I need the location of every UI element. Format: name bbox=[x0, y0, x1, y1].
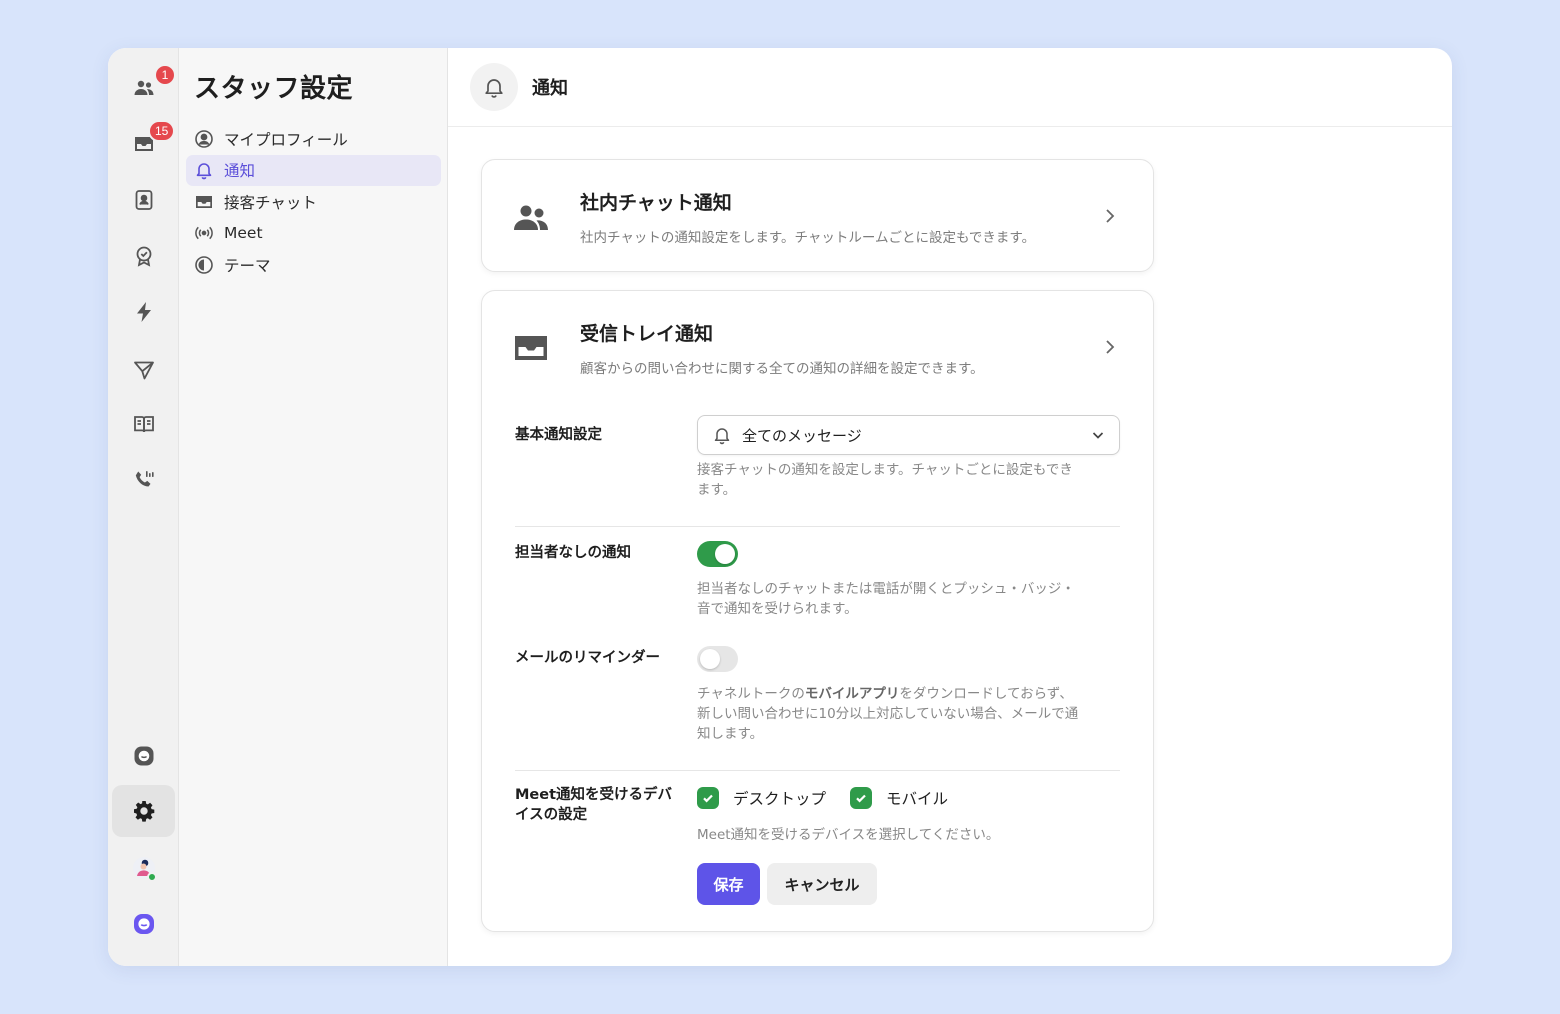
send-icon bbox=[133, 361, 154, 380]
email-reminder-help: チャネルトークのモバイルアプリをダウンロードしておらず、 新しい問い合わせに10… bbox=[697, 686, 1079, 742]
settings-sidebar: スタッフ設定 マイプロフィール 通知 接客チャット Meet テーマ bbox=[179, 48, 448, 966]
phone-nav[interactable] bbox=[112, 454, 175, 506]
card-title: 社内チャット通知 bbox=[580, 192, 732, 214]
chevron-down-icon bbox=[1092, 432, 1104, 439]
basic-notification-help: 接客チャットの通知を設定します。チャットごとに設定もでき ます。 bbox=[697, 462, 1073, 498]
basic-notification-select[interactable]: 全てのメッセージ bbox=[697, 415, 1120, 455]
sidebar-item-customer-chat[interactable]: 接客チャット bbox=[186, 186, 441, 217]
settings-nav[interactable] bbox=[112, 785, 175, 837]
bell-icon bbox=[196, 163, 212, 180]
app-window: 1 15 スタッフ設定 マイプロフィール 通知 接客チャット Meet テーマ … bbox=[108, 48, 1452, 966]
inbox-nav[interactable]: 15 bbox=[112, 118, 176, 170]
team-chat-badge: 1 bbox=[154, 64, 176, 86]
bell-icon bbox=[485, 79, 503, 98]
tasks-nav[interactable] bbox=[112, 230, 175, 282]
sidebar-item-label: テーマ bbox=[224, 256, 271, 275]
cancel-button[interactable]: キャンセル bbox=[767, 863, 877, 905]
badge-check-icon bbox=[136, 246, 151, 267]
channel-logo-button[interactable] bbox=[112, 898, 175, 950]
people-icon bbox=[134, 80, 153, 95]
campaign-nav[interactable] bbox=[112, 344, 175, 396]
phone-icon bbox=[135, 471, 154, 487]
unassigned-notification-label: 担当者なしの通知 bbox=[515, 545, 631, 561]
broadcast-icon bbox=[195, 226, 213, 240]
sidebar-item-label: 通知 bbox=[224, 162, 256, 180]
sidebar-item-theme[interactable]: テーマ bbox=[186, 249, 441, 280]
unassigned-notification-help: 担当者なしのチャットまたは電話が開くとプッシュ・バッジ・ 音で通知を受けられます… bbox=[697, 581, 1075, 617]
meet-devices-help: Meet通知を受けるデバイスを選択してください。 bbox=[697, 827, 1000, 843]
page-header: 通知 bbox=[448, 48, 1452, 127]
divider bbox=[515, 770, 1120, 771]
save-button[interactable]: 保存 bbox=[697, 863, 760, 905]
email-reminder-label: メールのリマインダー bbox=[515, 650, 660, 666]
team-chat-card-header[interactable]: 社内チャット通知 社内チャットの通知設定をします。チャットルームごとに設定もでき… bbox=[482, 160, 1153, 272]
card-title: 受信トレイ通知 bbox=[580, 323, 714, 345]
bell-icon bbox=[714, 428, 730, 445]
checkbox-checked bbox=[850, 787, 873, 809]
inbox-badge: 15 bbox=[148, 120, 176, 142]
unassigned-notification-toggle[interactable] bbox=[697, 541, 738, 567]
chevron-right-icon bbox=[1106, 209, 1115, 223]
meet-device-options: デスクトップ モバイル bbox=[697, 787, 1120, 809]
book-icon bbox=[133, 416, 154, 433]
email-reminder-toggle[interactable] bbox=[697, 646, 738, 672]
checkbox-checked bbox=[697, 787, 719, 809]
toggle-knob bbox=[715, 544, 735, 564]
main-content: 通知 社内チャット通知 社内チャットの通知設定をします。チャットルームごとに設定… bbox=[448, 48, 1452, 966]
contacts-icon bbox=[135, 190, 152, 210]
icon-rail: 1 15 bbox=[108, 48, 179, 966]
lightning-icon bbox=[136, 302, 151, 322]
channel-chat-icon bbox=[134, 746, 153, 766]
inbox-card-header[interactable]: 受信トレイ通知 顧客からの問い合わせに関する全ての通知の詳細を設定できます。 bbox=[482, 291, 1153, 403]
channel-logo-icon bbox=[133, 914, 154, 934]
docs-nav[interactable] bbox=[112, 398, 175, 450]
sidebar-title: スタッフ設定 bbox=[194, 74, 354, 104]
card-description: 社内チャットの通知設定をします。チャットルームごとに設定もできます。 bbox=[580, 230, 1036, 246]
check-icon bbox=[856, 794, 866, 803]
team-chat-nav[interactable]: 1 bbox=[112, 62, 176, 114]
chevron-right-icon bbox=[1106, 340, 1115, 354]
sidebar-item-label: 接客チャット bbox=[224, 193, 317, 212]
card-description: 顧客からの問い合わせに関する全ての通知の詳細を設定できます。 bbox=[580, 361, 984, 377]
profile-avatar-button[interactable] bbox=[112, 842, 175, 894]
divider bbox=[515, 526, 1120, 527]
online-status-indicator bbox=[147, 872, 157, 882]
sidebar-item-my-profile[interactable]: マイプロフィール bbox=[186, 123, 441, 154]
channel-talk-nav[interactable] bbox=[112, 730, 175, 782]
contacts-nav[interactable] bbox=[112, 174, 175, 226]
contrast-icon bbox=[195, 255, 213, 274]
mobile-checkbox[interactable]: モバイル bbox=[850, 787, 948, 809]
toggle-knob bbox=[700, 649, 720, 669]
inbox-notification-card: 受信トレイ通知 顧客からの問い合わせに関する全ての通知の詳細を設定できます。 基… bbox=[481, 290, 1154, 932]
inbox-icon bbox=[196, 195, 212, 208]
sidebar-item-label: Meet bbox=[224, 224, 263, 242]
people-icon bbox=[514, 205, 548, 230]
team-chat-notification-card[interactable]: 社内チャット通知 社内チャットの通知設定をします。チャットルームごとに設定もでき… bbox=[481, 159, 1154, 272]
select-value: 全てのメッセージ bbox=[742, 426, 862, 445]
user-circle-icon bbox=[195, 129, 213, 148]
check-icon bbox=[703, 794, 713, 803]
sidebar-item-notifications[interactable]: 通知 bbox=[186, 154, 441, 186]
desktop-checkbox[interactable]: デスクトップ bbox=[697, 787, 826, 809]
automation-nav[interactable] bbox=[112, 286, 175, 338]
header-icon-circle bbox=[470, 63, 518, 111]
gear-icon bbox=[133, 801, 154, 822]
basic-notification-label: 基本通知設定 bbox=[515, 427, 602, 443]
meet-devices-label: Meet通知を受けるデバ イスの設定 bbox=[515, 787, 673, 823]
inbox-icon bbox=[515, 336, 547, 360]
sidebar-item-label: マイプロフィール bbox=[224, 130, 348, 149]
page-title: 通知 bbox=[532, 78, 568, 99]
sidebar-item-meet[interactable]: Meet bbox=[186, 218, 441, 249]
